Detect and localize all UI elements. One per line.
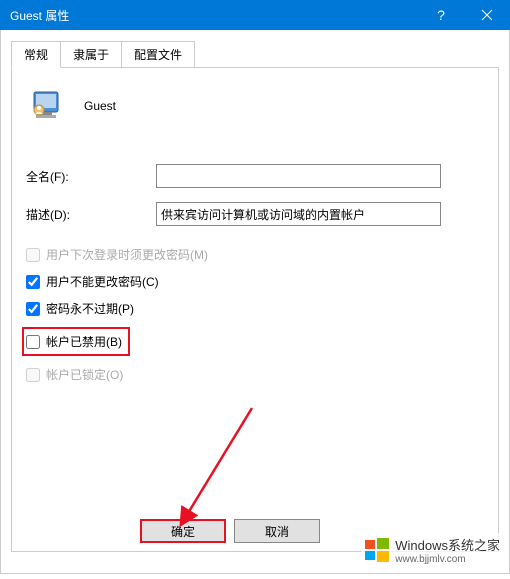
account-locked-label: 帐户已锁定(O) — [46, 366, 123, 383]
account-locked-checkbox — [26, 368, 40, 382]
account-disabled-row[interactable]: 帐户已禁用(B) — [26, 333, 122, 350]
annotation-arrow — [162, 398, 282, 538]
never-expire-label: 密码永不过期(P) — [46, 300, 134, 317]
checkbox-group: 用户下次登录时须更改密码(M) 用户不能更改密码(C) 密码永不过期(P) 帐户… — [26, 246, 484, 383]
tabs: 常规 隶属于 配置文件 — [11, 41, 499, 68]
description-input[interactable] — [156, 202, 441, 226]
user-name: Guest — [84, 99, 116, 113]
tab-profile[interactable]: 配置文件 — [121, 41, 195, 68]
user-header: Guest — [26, 88, 484, 124]
account-disabled-highlight: 帐户已禁用(B) — [22, 327, 130, 356]
fullname-input[interactable] — [156, 164, 441, 188]
help-icon: ? — [437, 7, 445, 23]
cannot-change-password-row[interactable]: 用户不能更改密码(C) — [26, 273, 484, 290]
watermark-text-block: Windows系统之家 www.bjjmlv.com — [395, 535, 500, 565]
must-change-password-checkbox — [26, 248, 40, 262]
cannot-change-password-checkbox[interactable] — [26, 275, 40, 289]
help-button[interactable]: ? — [418, 0, 464, 30]
tab-memberof[interactable]: 隶属于 — [60, 41, 122, 68]
account-disabled-label: 帐户已禁用(B) — [46, 333, 122, 350]
windows-logo-icon — [363, 536, 391, 564]
never-expire-row[interactable]: 密码永不过期(P) — [26, 300, 484, 317]
watermark: Windows系统之家 www.bjjmlv.com — [361, 533, 502, 567]
account-locked-row: 帐户已锁定(O) — [26, 366, 484, 383]
tab-general[interactable]: 常规 — [11, 41, 61, 68]
close-button[interactable] — [464, 0, 510, 30]
titlebar: Guest 属性 ? — [0, 0, 510, 30]
tab-content: Guest 全名(F): 描述(D): 用户下次登录时须更改密码(M) 用户不能… — [11, 67, 499, 552]
description-row: 描述(D): — [26, 202, 484, 226]
dialog-body: 常规 隶属于 配置文件 Guest 全名(F): 描述(D): — [0, 30, 510, 574]
description-label: 描述(D): — [26, 206, 156, 223]
window-title: Guest 属性 — [10, 7, 418, 24]
ok-button[interactable]: 确定 — [140, 519, 226, 543]
watermark-url: www.bjjmlv.com — [395, 554, 500, 565]
close-icon — [481, 9, 493, 21]
fullname-label: 全名(F): — [26, 168, 156, 185]
account-disabled-checkbox[interactable] — [26, 335, 40, 349]
user-icon — [28, 88, 64, 124]
must-change-password-row: 用户下次登录时须更改密码(M) — [26, 246, 484, 263]
cancel-button[interactable]: 取消 — [234, 519, 320, 543]
watermark-title: Windows系统之家 — [395, 538, 500, 553]
must-change-password-label: 用户下次登录时须更改密码(M) — [46, 246, 208, 263]
never-expire-checkbox[interactable] — [26, 302, 40, 316]
fullname-row: 全名(F): — [26, 164, 484, 188]
cannot-change-password-label: 用户不能更改密码(C) — [46, 273, 159, 290]
